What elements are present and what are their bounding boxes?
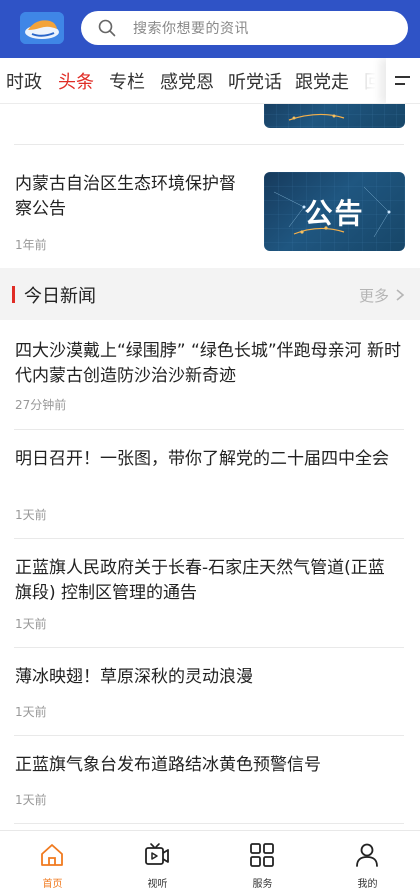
more-link[interactable]: 更多 — [359, 285, 389, 306]
top-header: 搜索你想要的资讯 — [0, 0, 420, 58]
user-icon — [356, 843, 378, 867]
news-time: 1天前 — [15, 508, 47, 522]
divider — [14, 647, 404, 648]
channel-tabs: 时政 头条 专栏 感党恩 听党话 跟党走 回 — [0, 58, 420, 104]
search-bar[interactable]: 搜索你想要的资讯 — [81, 11, 408, 45]
nav-video[interactable]: 视听 — [105, 831, 210, 891]
tab-fade — [352, 58, 386, 103]
news-thumbnail[interactable] — [264, 104, 405, 128]
chevron-right-icon[interactable] — [394, 288, 406, 302]
divider — [14, 144, 404, 145]
news-title[interactable]: 正蓝旗气象台发布道路结冰黄色预警信号 — [15, 753, 405, 778]
nav-label: 视听 — [147, 879, 168, 890]
tab-gandangen[interactable]: 感党恩 — [160, 68, 214, 94]
nav-label: 服务 — [252, 879, 273, 890]
news-title[interactable]: 正蓝旗人民政府关于长春-石家庄天然气管道(正蓝旗段) 控制区管理的通告 — [15, 556, 395, 606]
news-time: 1年前 — [15, 238, 47, 252]
tab-shizheng[interactable]: 时政 — [6, 68, 42, 94]
tab-toutiao[interactable]: 头条 — [58, 68, 94, 94]
thumbnail-caption: 公告 — [304, 197, 365, 230]
nav-service[interactable]: 服务 — [210, 831, 315, 891]
divider — [14, 538, 404, 539]
home-icon — [41, 844, 63, 866]
section-header: 今日新闻 更多 — [0, 268, 420, 320]
nav-home[interactable]: 首页 — [0, 831, 105, 891]
nav-label: 我的 — [357, 879, 378, 890]
news-thumbnail[interactable]: 公告 — [264, 172, 405, 251]
news-title[interactable]: 薄冰映翅！草原深秋的灵动浪漫 — [15, 665, 405, 690]
news-feed: 内蒙古自治区生态环境保护督察公告 1年前 公告 今日新闻 更多 四大沙漠戴上“绿… — [0, 104, 420, 830]
nav-label: 首页 — [42, 879, 63, 890]
bottom-nav: 首页 视听 服务 我的 — [0, 830, 420, 891]
news-title[interactable]: 明日召开！一张图，带你了解党的二十届四中全会 — [15, 447, 395, 472]
divider — [14, 429, 404, 430]
news-time: 1天前 — [15, 617, 47, 631]
news-time: 1天前 — [15, 793, 47, 807]
news-title[interactable]: 四大沙漠戴上“绿围脖” “绿色长城”伴跑母亲河 新时代内蒙古创造防沙治沙新奇迹 — [15, 339, 410, 389]
news-title[interactable]: 内蒙古自治区生态环境保护督察公告 — [15, 172, 250, 222]
app-logo-icon[interactable] — [20, 12, 64, 44]
news-time: 27分钟前 — [15, 398, 67, 412]
nav-mine[interactable]: 我的 — [315, 831, 420, 891]
channel-menu-button[interactable] — [386, 58, 420, 103]
divider — [14, 735, 404, 736]
section-title: 今日新闻 — [24, 286, 96, 307]
search-input[interactable]: 搜索你想要的资讯 — [133, 18, 249, 38]
tab-zhuanlan[interactable]: 专栏 — [109, 68, 145, 94]
grid-icon — [250, 843, 274, 867]
tv-icon — [145, 843, 169, 865]
section-marker — [12, 286, 15, 303]
divider — [14, 823, 404, 824]
tab-tingdanghua[interactable]: 听党话 — [228, 68, 282, 94]
news-time: 1天前 — [15, 705, 47, 719]
tab-gendangzou[interactable]: 跟党走 — [295, 68, 349, 94]
search-icon — [98, 19, 116, 37]
